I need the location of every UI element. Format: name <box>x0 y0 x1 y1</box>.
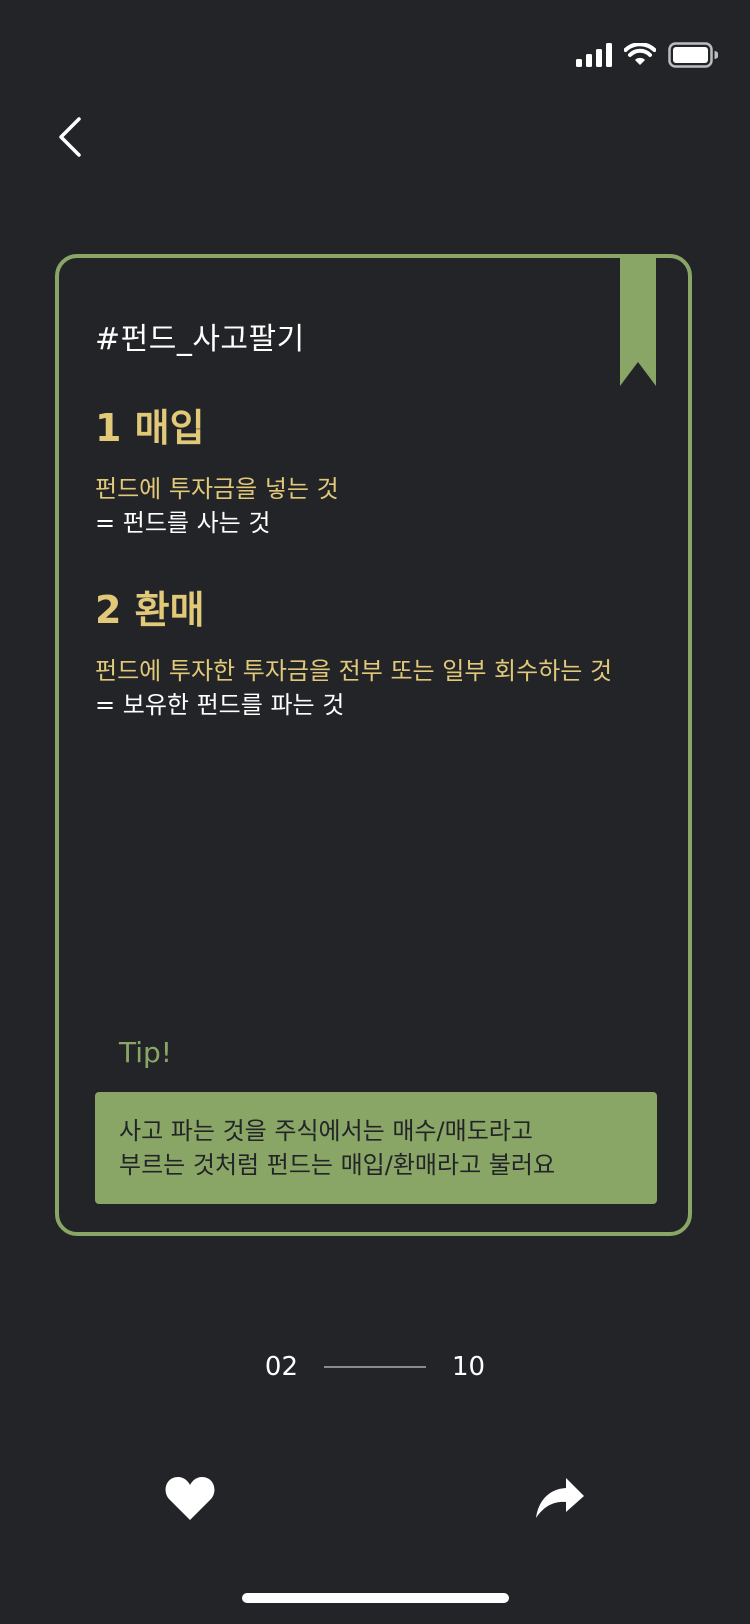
total-pages: 10 <box>452 1352 486 1382</box>
like-button[interactable] <box>164 1474 216 1522</box>
back-button[interactable] <box>48 114 92 164</box>
home-indicator[interactable] <box>242 1593 509 1603</box>
section-title: 2 환매 <box>95 588 205 632</box>
section-redemption: 2 환매 펀드에 투자한 투자금을 전부 또는 일부 회수하는 것 = 보유한 … <box>95 586 612 722</box>
page-indicator: 02 10 <box>0 1352 750 1382</box>
signal-bars-icon <box>576 43 612 67</box>
share-button[interactable] <box>534 1476 586 1522</box>
status-bar <box>576 40 718 70</box>
wifi-icon <box>624 43 656 67</box>
tip-label: Tip! <box>119 1036 173 1069</box>
page-divider <box>324 1366 426 1368</box>
current-page: 02 <box>264 1352 298 1382</box>
card-hashtag: #펀드_사고팔기 <box>95 322 305 357</box>
section-equivalent: = 펀드를 사는 것 <box>95 509 271 537</box>
chevron-left-icon <box>57 117 83 161</box>
share-arrow-icon <box>534 1478 586 1526</box>
tip-text-line: 부르는 것처럼 펀드는 매입/환매라고 불러요 <box>119 1151 556 1179</box>
heart-icon <box>164 1477 216 1526</box>
bookmark-ribbon-icon[interactable] <box>620 254 656 386</box>
battery-icon <box>668 42 718 68</box>
section-description: 펀드에 투자금을 넣는 것 <box>95 475 339 503</box>
tip-box: 사고 파는 것을 주식에서는 매수/매도라고 부르는 것처럼 펀드는 매입/환매… <box>95 1092 657 1204</box>
section-equivalent: = 보유한 펀드를 파는 것 <box>95 691 345 719</box>
section-purchase: 1 매입 펀드에 투자금을 넣는 것 = 펀드를 사는 것 <box>95 404 339 540</box>
tip-text-line: 사고 파는 것을 주식에서는 매수/매도라고 <box>119 1117 533 1145</box>
section-title: 1 매입 <box>95 406 205 450</box>
section-description: 펀드에 투자한 투자금을 전부 또는 일부 회수하는 것 <box>95 657 613 685</box>
content-card: #펀드_사고팔기 1 매입 펀드에 투자금을 넣는 것 = 펀드를 사는 것 2… <box>55 254 692 1236</box>
